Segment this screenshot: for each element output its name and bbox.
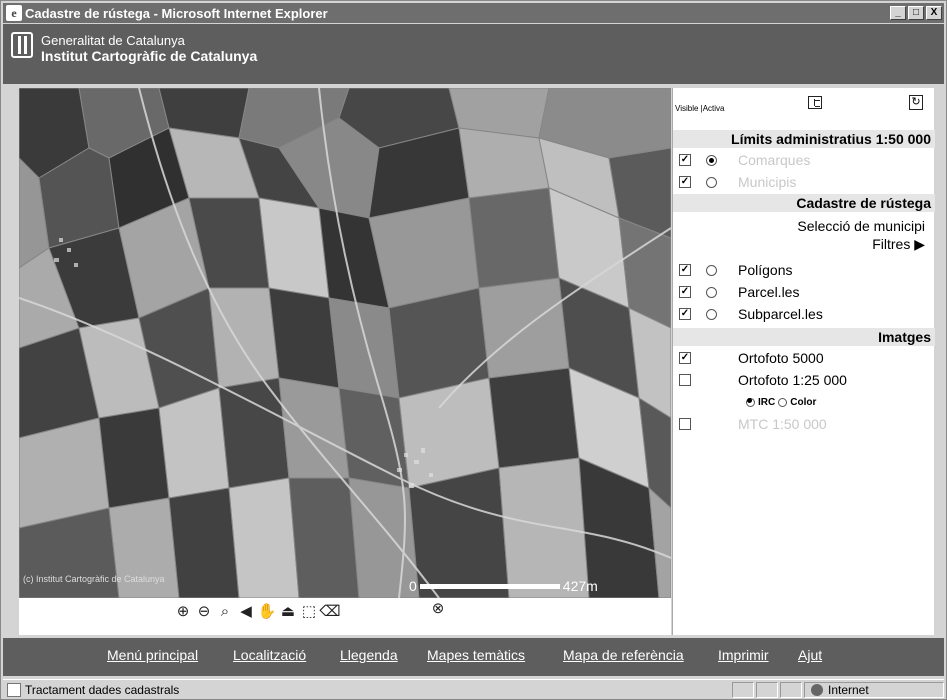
subparceles-visible-checkbox[interactable]: ✓ (679, 308, 691, 320)
minimize-button[interactable]: _ (890, 6, 906, 20)
map-copyright: (c) Institut Cartogràfic de Catalunya (23, 574, 165, 584)
refresh-icon[interactable]: ↻ (909, 95, 923, 110)
map-toolbar: ⊕ ⊖ ⌕ ◀ ✋ ⏏ ⬚ ⌫ (174, 599, 341, 623)
layer-panel-header: Visible |Activa ↻ (673, 88, 935, 128)
identify-icon[interactable]: ⏏ (279, 602, 297, 620)
poligons-visible-checkbox[interactable]: ✓ (679, 264, 691, 276)
browser-window: e Cadastre de rústega - Microsoft Intern… (0, 0, 947, 700)
nav-menu-principal[interactable]: Menú principal (107, 647, 198, 663)
comarques-visible-checkbox[interactable]: ✓ (679, 154, 691, 166)
status-cell (780, 681, 802, 698)
layer-panel: Visible |Activa ↻ Límits administratius … (672, 88, 935, 635)
filters-row: Filtres ▶ (673, 234, 935, 254)
subparceles-active-radio[interactable] (706, 308, 717, 320)
irc-label: IRC (758, 396, 776, 408)
pan-hand-icon[interactable]: ✋ (258, 602, 277, 620)
icc-logo (11, 32, 33, 58)
municipis-label: Municipis (738, 174, 797, 190)
layer-row-mtc: MTC 1:50 000 (673, 414, 935, 434)
poligons-label: Polígons (738, 262, 793, 278)
eraser-icon[interactable]: ⌫ (319, 602, 340, 620)
poligons-active-radio[interactable] (706, 264, 717, 276)
org-name-institut: Institut Cartogràfic de Catalunya (41, 48, 258, 64)
close-button[interactable]: X (926, 6, 942, 20)
ortofoto5000-label: Ortofoto 5000 (738, 350, 824, 366)
previous-view-icon[interactable]: ◀ (237, 602, 255, 620)
bottom-nav: Menú principal Localització Llegenda Map… (3, 638, 944, 676)
security-zone: Internet (804, 681, 944, 698)
orthophoto-map[interactable]: (c) Institut Cartogràfic de Catalunya 0 … (19, 88, 671, 598)
title-bar: e Cadastre de rústega - Microsoft Intern… (3, 3, 944, 23)
nav-llegenda[interactable]: Llegenda (340, 647, 398, 663)
nav-localitzacio[interactable]: Localització (233, 647, 306, 663)
parceles-label: Parcel.les (738, 284, 800, 300)
zoom-in-icon[interactable]: ⊕ (174, 602, 192, 620)
visible-active-label: Visible |Activa (675, 104, 725, 113)
legend-icon[interactable] (808, 96, 822, 109)
comarques-active-radio[interactable] (706, 154, 717, 166)
status-cell (756, 681, 778, 698)
nav-imprimir[interactable]: Imprimir (718, 647, 769, 663)
nav-ajut[interactable]: Ajut (798, 647, 822, 663)
ortofoto-mode-row: IRC Color (673, 392, 935, 412)
scale-start-label: 0 (409, 578, 417, 594)
layer-row-poligons: ✓ Polígons (673, 260, 935, 280)
ortofoto25000-visible-checkbox[interactable] (679, 374, 691, 386)
map-pane: (c) Institut Cartogràfic de Catalunya 0 … (19, 88, 671, 635)
ortofoto5000-visible-checkbox[interactable]: ✓ (679, 352, 691, 364)
mtc-label: MTC 1:50 000 (738, 416, 827, 432)
zoom-window-icon[interactable]: ⌕ (216, 602, 234, 620)
parceles-active-radio[interactable] (706, 286, 717, 298)
municipis-active-radio[interactable] (706, 176, 717, 188)
page-status-icon (7, 682, 21, 697)
header-banner: Generalitat de Catalunya Institut Cartog… (3, 24, 944, 84)
no-info-icon[interactable]: ⊗ (429, 599, 447, 617)
municipis-visible-checkbox[interactable]: ✓ (679, 176, 691, 188)
status-cell (732, 681, 754, 698)
comarques-label: Comarques (738, 152, 811, 168)
selection-municipi-link[interactable]: Selecció de municipi (797, 218, 925, 234)
nav-mapes-tematics[interactable]: Mapes temàtics (427, 647, 525, 663)
layer-row-municipis: ✓ Municipis (673, 172, 935, 192)
window-title: Cadastre de rústega - Microsoft Internet… (25, 5, 328, 21)
internet-explorer-icon: e (6, 5, 22, 21)
mtc-visible-checkbox[interactable] (679, 418, 691, 430)
color-label: Color (790, 396, 817, 408)
section-images: Imatges (673, 328, 935, 346)
layer-row-parceles: ✓ Parcel.les (673, 282, 935, 302)
zoom-out-icon[interactable]: ⊖ (195, 602, 213, 620)
selection-municipi-row: Selecció de municipi (673, 216, 935, 236)
layer-row-subparceles: ✓ Subparcel.les (673, 304, 935, 324)
scale-bar: 0 427m (409, 578, 598, 594)
nav-mapa-referencia[interactable]: Mapa de referència (563, 647, 684, 663)
layer-row-comarques: ✓ Comarques (673, 150, 935, 170)
map-image (19, 88, 671, 598)
section-limits: Límits administratius 1:50 000 (673, 130, 935, 148)
status-text: Tractament dades cadastrals (25, 682, 180, 697)
org-name-generalitat: Generalitat de Catalunya (41, 33, 185, 48)
globe-icon (811, 683, 823, 696)
subparceles-label: Subparcel.les (738, 306, 823, 322)
irc-radio[interactable] (746, 397, 755, 407)
ortofoto25000-label: Ortofoto 1:25 000 (738, 372, 847, 388)
layer-row-ortofoto25000: Ortofoto 1:25 000 (673, 370, 935, 390)
section-cadastre: Cadastre de rústega (673, 194, 935, 212)
scale-end-label: 427m (562, 578, 598, 594)
layer-row-ortofoto5000: ✓ Ortofoto 5000 (673, 348, 935, 368)
parceles-visible-checkbox[interactable]: ✓ (679, 286, 691, 298)
select-icon[interactable]: ⬚ (300, 602, 318, 620)
maximize-button[interactable]: □ (908, 6, 924, 20)
status-bar: Tractament dades cadastrals Internet (3, 679, 944, 699)
zone-label: Internet (828, 682, 869, 697)
ortofoto-mode-options: IRC Color (746, 397, 816, 408)
filters-link[interactable]: Filtres ▶ (872, 236, 925, 253)
scale-bar-line (419, 583, 560, 589)
color-radio[interactable] (778, 397, 788, 407)
